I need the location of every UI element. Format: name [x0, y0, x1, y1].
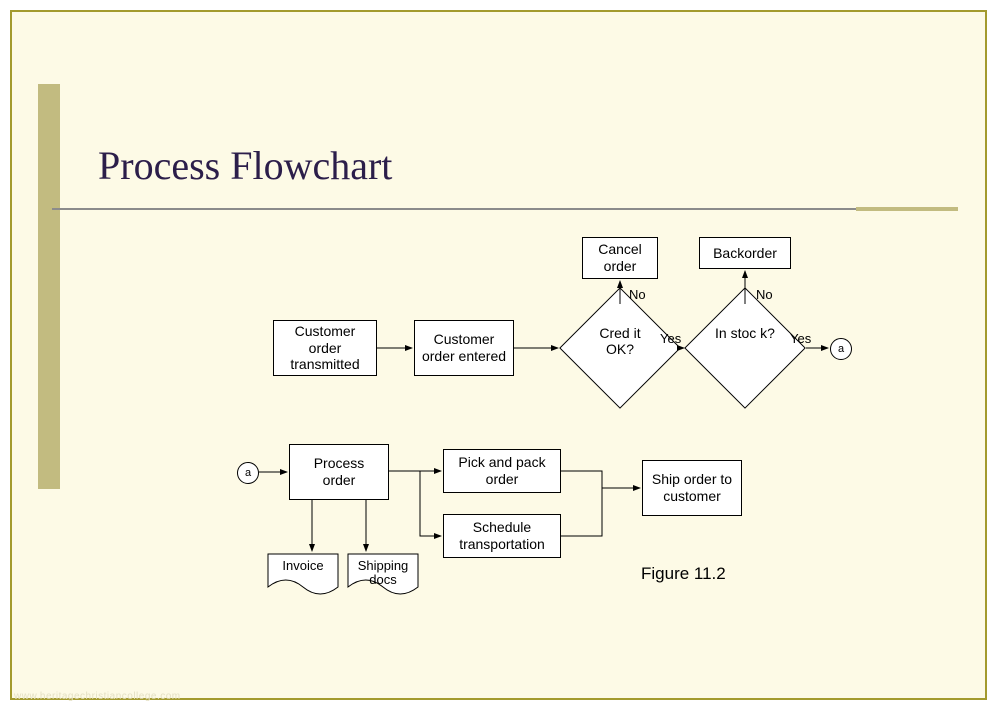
decision-in-stock-label: In stoc k? [715, 325, 775, 341]
connector-a-bottom: a [237, 462, 259, 484]
figure-caption: Figure 11.2 [641, 564, 726, 584]
doc-shipping-docs: Shipping docs [347, 553, 419, 599]
label-yes-credit: Yes [660, 331, 681, 346]
watermark-text: www.heritagechristiancollege.com [14, 691, 181, 702]
node-customer-order-entered: Customer order entered [414, 320, 514, 376]
node-cancel-order: Cancel order [582, 237, 658, 279]
label-yes-stock: Yes [790, 331, 811, 346]
doc-invoice-label: Invoice [267, 559, 339, 573]
flowchart-canvas: Cancel order Backorder Customer order tr… [12, 12, 985, 698]
label-no-credit: No [629, 287, 646, 302]
node-backorder: Backorder [699, 237, 791, 269]
decision-credit-ok-label: Cred it OK? [590, 325, 650, 357]
doc-invoice: Invoice [267, 553, 339, 599]
connector-a-top: a [830, 338, 852, 360]
node-pick-pack: Pick and pack order [443, 449, 561, 493]
node-ship-to-customer: Ship order to customer [642, 460, 742, 516]
node-schedule-transport: Schedule transportation [443, 514, 561, 558]
node-process-order: Process order [289, 444, 389, 500]
node-customer-order-transmitted: Customer order transmitted [273, 320, 377, 376]
decision-in-stock [684, 287, 806, 409]
label-no-stock: No [756, 287, 773, 302]
slide-frame: Process Flowchart Cancel order Backorder… [10, 10, 987, 700]
doc-shipping-docs-label: Shipping docs [347, 559, 419, 588]
